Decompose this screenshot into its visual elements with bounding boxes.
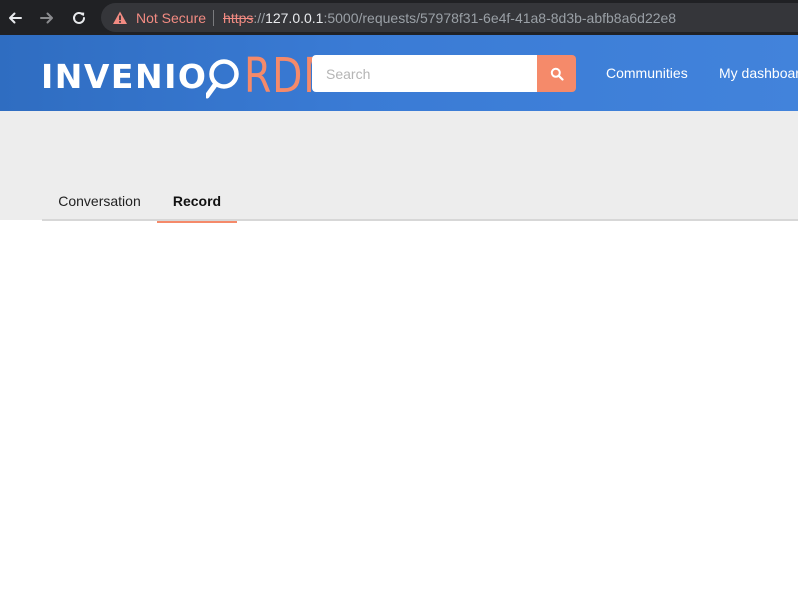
browser-toolbar: Not Secure https :// 127.0.0.1 :5000/req… (0, 0, 798, 35)
warning-icon (113, 11, 127, 24)
magnifier-logo-icon (204, 50, 248, 102)
search-button[interactable] (537, 55, 576, 92)
search-input[interactable] (312, 55, 538, 92)
nav-communities-link[interactable]: Communities (606, 65, 688, 81)
tab-record-label: Record (172, 192, 222, 209)
search-icon (550, 67, 564, 81)
address-bar[interactable]: Not Secure https :// 127.0.0.1 :5000/req… (101, 3, 798, 32)
request-tabs: Conversation Record (42, 180, 798, 223)
url-scheme-separator: :// (253, 9, 266, 26)
tab-record[interactable]: Record (157, 180, 237, 223)
security-status[interactable]: Not Secure (136, 10, 206, 26)
address-divider (213, 9, 215, 26)
tab-content-area (0, 221, 798, 598)
url-scheme: https (223, 9, 254, 26)
reload-icon[interactable] (66, 5, 92, 31)
tab-conversation-label: Conversation (58, 192, 141, 209)
url-host: 127.0.0.1 (265, 9, 324, 26)
site-header: INVENIO RDM Communities My dashboard (0, 35, 798, 111)
nav-dashboard-link[interactable]: My dashboard (719, 65, 798, 81)
tab-conversation[interactable]: Conversation (42, 180, 157, 221)
logo-invenio-text: INVENIO (41, 56, 208, 96)
back-arrow-icon[interactable] (2, 5, 28, 31)
url-path: :5000/requests/57978f31-6e4f-41a8-8d3b-a… (323, 9, 677, 26)
forward-arrow-icon[interactable] (34, 5, 60, 31)
